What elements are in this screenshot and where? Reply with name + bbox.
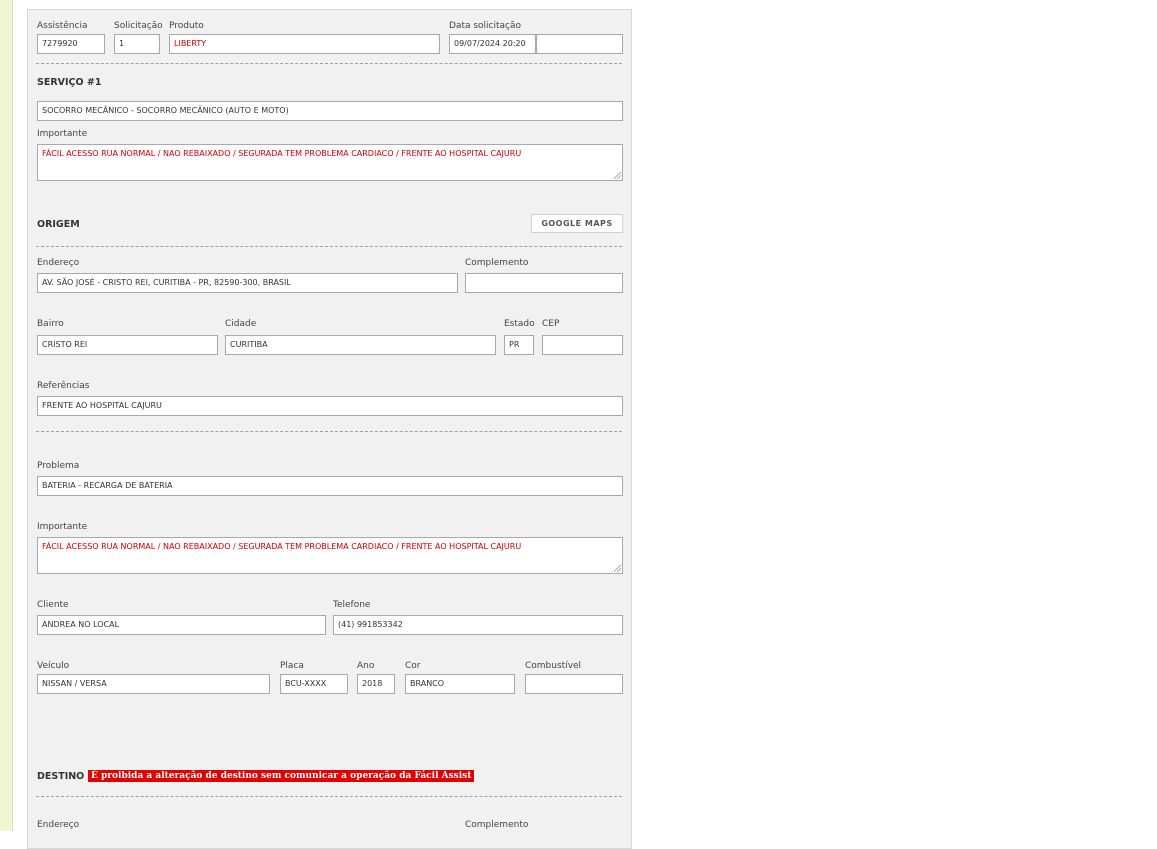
divider (36, 796, 622, 797)
servico-title: SERVIÇO #1 (37, 77, 102, 88)
solicitacao-label: Solicitação (114, 21, 163, 31)
service-form-panel (27, 9, 632, 849)
problema-importante-label: Importante (37, 522, 88, 532)
servico-field[interactable]: SOCORRO MECÂNICO - SOCORRO MECÂNICO (AUT… (37, 101, 623, 121)
cliente-field[interactable]: ANDREA NO LOCAL (37, 615, 326, 635)
origem-title: ORIGEM (37, 219, 80, 230)
telefone-field[interactable]: (41) 991853342 (333, 615, 623, 635)
cep-label: CEP (542, 319, 560, 329)
problema-label: Problema (37, 461, 80, 471)
divider (36, 246, 622, 247)
telefone-label: Telefone (333, 600, 371, 610)
cidade-label: Cidade (225, 319, 257, 329)
problema-importante-textarea[interactable]: FÁCIL ACESSO RUA NORMAL / NAO REBAIXADO … (37, 537, 623, 574)
servico-importante-text: FÁCIL ACESSO RUA NORMAL / NAO REBAIXADO … (42, 149, 522, 158)
divider (36, 431, 622, 432)
bairro-field[interactable]: CRISTO REI (37, 335, 218, 355)
data-solicitacao-extra-field[interactable] (536, 34, 623, 54)
cliente-label: Cliente (37, 600, 69, 610)
google-maps-button[interactable]: GOOGLE MAPS (531, 214, 623, 233)
combustivel-label: Combustível (525, 661, 582, 671)
data-solicitacao-label: Data solicitação (449, 21, 522, 31)
origem-complemento-field[interactable] (465, 273, 623, 293)
cor-field[interactable]: BRANCO (405, 674, 515, 694)
divider (36, 63, 622, 64)
cep-field[interactable] (542, 335, 623, 355)
solicitacao-field[interactable]: 1 (114, 34, 160, 54)
estado-label: Estado (504, 319, 535, 329)
destino-warning-badge: É proibida a alteração de destino sem co… (88, 770, 475, 782)
destino-endereco-label: Endereço (37, 820, 80, 830)
assistencia-field[interactable]: 7279920 (37, 34, 105, 54)
data-solicitacao-field[interactable]: 09/07/2024 20:20 (449, 34, 536, 54)
origem-endereco-field[interactable]: AV. SÃO JOSÉ - CRISTO REI, CURITIBA - PR… (37, 273, 458, 293)
placa-field[interactable]: BCU-XXXX (280, 674, 348, 694)
estado-field[interactable]: PR (504, 335, 534, 355)
problema-field[interactable]: BATERIA - RECARGA DE BATERIA (37, 476, 623, 496)
ano-field[interactable]: 2018 (357, 674, 395, 694)
cidade-field[interactable]: CURITIBA (225, 335, 496, 355)
servico-importante-textarea[interactable]: FÁCIL ACESSO RUA NORMAL / NAO REBAIXADO … (37, 144, 623, 181)
ano-label: Ano (357, 661, 375, 671)
veiculo-label: Veículo (37, 661, 70, 671)
produto-label: Produto (169, 21, 204, 31)
origem-complemento-label: Complemento (465, 258, 529, 268)
placa-label: Placa (280, 661, 304, 671)
referencias-field[interactable]: FRENTE AO HOSPITAL CAJURU (37, 396, 623, 416)
left-sidebar-strip (0, 0, 13, 831)
destino-complemento-label: Complemento (465, 820, 529, 830)
destino-title: DESTINO (37, 771, 85, 782)
combustivel-field[interactable] (525, 674, 623, 694)
origem-endereco-label: Endereço (37, 258, 80, 268)
assistencia-label: Assistência (37, 21, 88, 31)
bairro-label: Bairro (37, 319, 64, 329)
resize-handle-icon[interactable] (614, 565, 621, 572)
veiculo-field[interactable]: NISSAN / VERSA (37, 674, 270, 694)
produto-field[interactable]: LIBERTY (169, 34, 440, 54)
problema-importante-text: FÁCIL ACESSO RUA NORMAL / NAO REBAIXADO … (42, 542, 522, 551)
servico-importante-label: Importante (37, 129, 88, 139)
resize-handle-icon[interactable] (614, 172, 621, 179)
referencias-label: Referências (37, 381, 90, 391)
cor-label: Cor (405, 661, 421, 671)
